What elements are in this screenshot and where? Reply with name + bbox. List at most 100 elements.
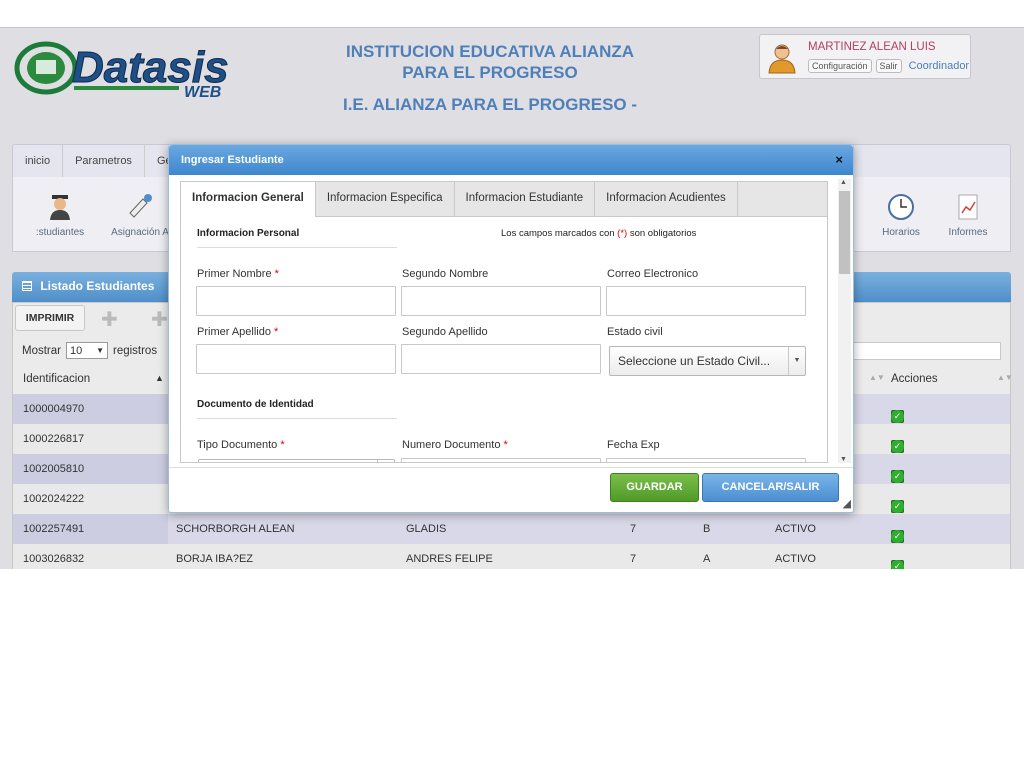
label-fecha-exp: Fecha Exp (607, 439, 660, 451)
add-student-dialog: Ingresar Estudiante × Informacion Genera… (168, 144, 854, 513)
chevron-down-icon: ▼ (96, 346, 104, 355)
resize-grip-icon[interactable]: ◢ (843, 497, 851, 510)
tipo-documento-select[interactable]: ▼ (198, 459, 395, 462)
label-segundo-apellido: Segundo Apellido (402, 326, 488, 338)
cell-nombres: ANDRES FELIPE (406, 553, 493, 565)
sort-icon[interactable]: ▲▼ (997, 373, 1013, 382)
dialog-title: Ingresar Estudiante (181, 154, 284, 166)
avatar-icon (768, 44, 796, 74)
tab-informacion-especifica[interactable]: Informacion Especifica (316, 182, 455, 216)
clock-icon (888, 194, 914, 220)
activate-icon[interactable]: ✓ (891, 440, 904, 453)
tab-informacion-acudientes[interactable]: Informacion Acudientes (595, 182, 738, 216)
datasis-logo: Datasis WEB (14, 41, 229, 100)
dialog-scrollbar[interactable]: ▲ ▼ (838, 179, 851, 463)
label-segundo-nombre: Segundo Nombre (402, 268, 489, 280)
label-primer-apellido: Primer Apellido * (197, 326, 279, 338)
institution-title: INSTITUCION EDUCATIVA ALIANZA PARA EL PR… (345, 42, 635, 82)
student-icon (50, 195, 70, 220)
sort-asc-icon[interactable]: ▲ (155, 373, 164, 383)
panel-title: Listado Estudiantes (40, 279, 155, 293)
dialog-tabs: Informacion General Informacion Especifi… (181, 182, 827, 217)
menu-item-parametros[interactable]: Parametros (63, 145, 145, 177)
chevron-down-icon: ▼ (377, 460, 394, 462)
tab-informacion-estudiante[interactable]: Informacion Estudiante (455, 182, 596, 216)
activate-icon[interactable]: ✓ (891, 560, 904, 569)
toolbar-item-informes[interactable]: Informes (933, 191, 1003, 238)
divider (197, 247, 397, 248)
toolbar-item-asignacion[interactable]: Asignación A (105, 191, 175, 238)
activate-icon[interactable]: ✓ (891, 470, 904, 483)
close-icon[interactable]: × (835, 152, 843, 167)
table-row[interactable]: 1002257491 SCHORBORGH ALEAN GLADIS 7 B ACTIVO… (13, 514, 1010, 544)
dialog-content: Informacion General Informacion Especifi… (180, 181, 828, 463)
cell-estado: ACTIVO (775, 553, 816, 565)
activate-icon[interactable]: ✓ (891, 500, 904, 513)
label-tipo-documento: Tipo Documento * (197, 439, 285, 451)
cell-identificacion: 1002024222 (23, 493, 85, 505)
user-name: MARTINEZ ALEAN LUIS (808, 41, 936, 53)
dialog-header: Ingresar Estudiante × (169, 145, 853, 175)
assignment-icon (129, 194, 152, 218)
cell-identificacion: 1002005810 (13, 454, 168, 484)
numero-documento-input[interactable] (401, 458, 601, 462)
print-button[interactable]: IMPRIMIR (15, 305, 85, 331)
cell-estado: ACTIVO (775, 523, 816, 535)
logout-button[interactable]: Salir (875, 59, 902, 73)
correo-input[interactable] (606, 286, 806, 316)
table-row[interactable]: 1003026832 BORJA IBA?EZ ANDRES FELIPE 7 A ACT… (13, 544, 1010, 569)
cell-apellidos: SCHORBORGH ALEAN (176, 523, 295, 535)
fecha-exp-input[interactable] (606, 458, 806, 462)
puzzle-icon[interactable]: ✚ (101, 307, 118, 332)
toolbar-item-horarios[interactable]: Horarios (866, 191, 936, 238)
cancel-button[interactable]: CANCELAR/SALIR (702, 473, 839, 502)
cell-apellidos: BORJA IBA?EZ (176, 553, 254, 565)
cell-grado: 7 (630, 523, 637, 535)
label-primer-nombre: Primer Nombre * (197, 268, 279, 280)
scroll-down-icon[interactable]: ▼ (840, 456, 847, 463)
label-estado-civil: Estado civil (607, 326, 663, 338)
segundo-nombre-input[interactable] (401, 286, 601, 316)
page-length-select[interactable]: 10 ▼ (65, 342, 108, 359)
activate-icon[interactable]: ✓ (891, 410, 904, 423)
section-document: Documento de Identidad (197, 399, 314, 410)
cell-grupo: B (703, 523, 711, 535)
scroll-thumb[interactable] (839, 191, 850, 274)
search-input[interactable] (853, 342, 1001, 360)
label-numero-documento: Numero Documento * (402, 439, 508, 451)
chevron-down-icon: ▼ (788, 347, 805, 375)
menu-item-inicio[interactable]: inicio (13, 145, 64, 177)
cell-nombres: GLADIS (406, 523, 447, 535)
label-correo: Correo Electronico (607, 268, 699, 280)
scroll-up-icon[interactable]: ▲ (840, 179, 847, 186)
sort-icon[interactable]: ▲▼ (869, 373, 885, 382)
col-acciones: Acciones (891, 373, 938, 385)
toolbar-item-estudiantes[interactable]: :studiantes (25, 191, 95, 238)
tab-informacion-general[interactable]: Informacion General (181, 182, 316, 217)
puzzle-icon[interactable]: ✚ (151, 307, 168, 332)
user-role: Coordinador (908, 60, 970, 72)
user-panel: MARTINEZ ALEAN LUIS Configuración Salir … (759, 34, 971, 79)
primer-apellido-input[interactable] (196, 344, 396, 374)
table-icon (22, 281, 32, 291)
cell-grado: 7 (630, 553, 637, 565)
estado-civil-select[interactable]: Seleccione un Estado Civil... ▼ (609, 346, 806, 376)
section-personal: Informacion Personal (197, 228, 300, 239)
segundo-apellido-input[interactable] (401, 344, 601, 374)
cell-identificacion: 1003026832 (23, 553, 85, 565)
app-window: Datasis WEB INSTITUCION EDUCATIVA ALIANZ… (0, 27, 1024, 569)
cell-identificacion: 1002257491 (13, 514, 168, 544)
primer-nombre-input[interactable] (196, 286, 396, 316)
institution-subtitle: I.E. ALIANZA PARA EL PROGRESO - (342, 95, 638, 114)
cell-identificacion: 1000226817 (23, 433, 85, 445)
activate-icon[interactable]: ✓ (891, 530, 904, 543)
svg-text:WEB: WEB (184, 84, 221, 100)
col-identificacion[interactable]: Identificacion (23, 373, 90, 385)
cell-grupo: A (703, 553, 711, 565)
save-button[interactable]: GUARDAR (610, 473, 699, 502)
divider (197, 418, 397, 419)
config-button[interactable]: Configuración (808, 59, 872, 73)
user-links: Configuración Salir Coordinador (808, 59, 969, 73)
report-icon (958, 194, 978, 220)
dialog-footer-divider (169, 467, 853, 468)
